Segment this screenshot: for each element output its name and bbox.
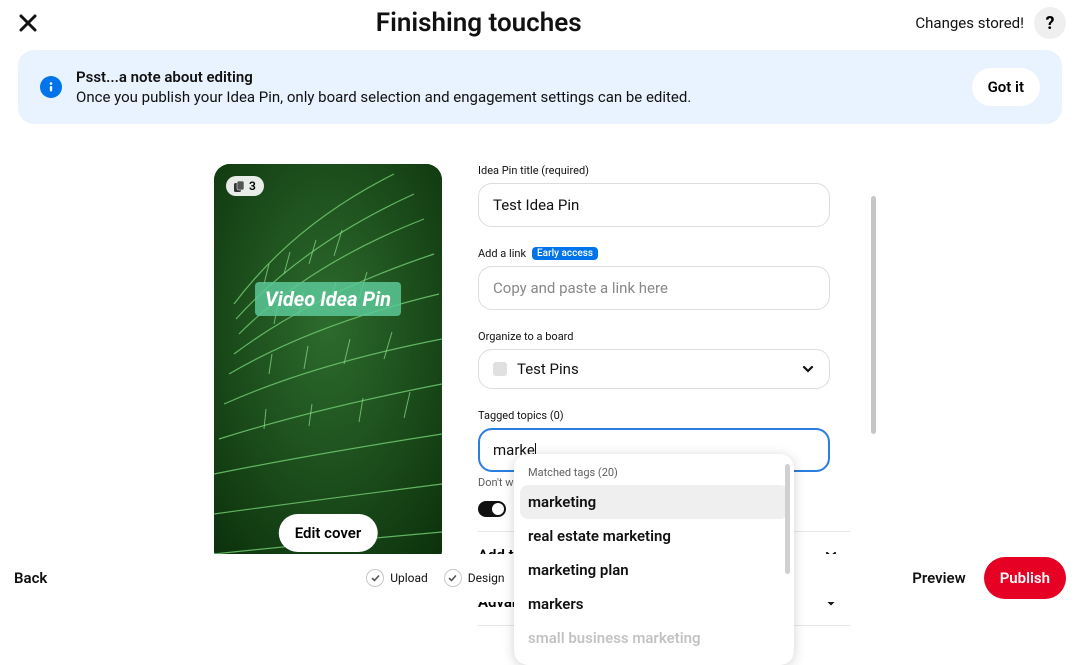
board-select[interactable]: Test Pins <box>478 349 830 389</box>
banner-title: Psst...a note about editing <box>76 68 958 86</box>
help-button[interactable]: ? <box>1034 7 1066 39</box>
got-it-button[interactable]: Got it <box>972 68 1040 106</box>
dropdown-item[interactable]: marketing <box>520 485 788 519</box>
scrollbar[interactable] <box>871 196 876 434</box>
tags-dropdown: Matched tags (20) marketing real estate … <box>514 454 794 665</box>
page-count: 3 <box>249 179 256 193</box>
info-banner: Psst...a note about editing Once you pub… <box>18 50 1062 124</box>
step-upload: Upload <box>366 569 428 587</box>
info-icon <box>40 76 62 98</box>
page-title: Finishing touches <box>42 8 915 38</box>
step-design: Design <box>444 569 505 587</box>
dropdown-item[interactable]: real estate marketing <box>514 519 794 553</box>
close-icon <box>19 14 37 32</box>
check-icon <box>366 569 384 587</box>
banner-body: Once you publish your Idea Pin, only boa… <box>76 88 958 106</box>
page-count-badge: 3 <box>226 176 264 196</box>
board-thumbnail <box>493 362 507 376</box>
comment-toggle[interactable] <box>478 501 506 517</box>
pin-preview: 3 Video Idea Pin Edit cover <box>214 164 442 566</box>
back-button[interactable]: Back <box>14 569 47 587</box>
early-access-badge: Early access <box>532 247 598 260</box>
link-input[interactable]: Copy and paste a link here <box>478 266 830 310</box>
preview-button[interactable]: Preview <box>912 569 965 587</box>
dropdown-scrollbar[interactable] <box>785 464 790 574</box>
board-value: Test Pins <box>517 360 579 378</box>
save-status: Changes stored! <box>915 14 1024 32</box>
tags-label: Tagged topics (0) <box>478 409 866 422</box>
chevron-down-icon <box>801 362 815 376</box>
edit-cover-button[interactable]: Edit cover <box>279 514 378 552</box>
title-label: Idea Pin title (required) <box>478 164 866 177</box>
title-input[interactable]: Test Idea Pin <box>478 183 830 227</box>
preview-image <box>214 164 442 566</box>
help-icon: ? <box>1046 13 1055 34</box>
overlay-text-box: Video Idea Pin <box>255 282 401 316</box>
dropdown-item[interactable]: small business marketing <box>514 621 794 655</box>
close-button[interactable] <box>14 9 42 37</box>
check-icon <box>444 569 462 587</box>
publish-button[interactable]: Publish <box>984 557 1066 599</box>
dropdown-item[interactable]: marketing plan <box>514 553 794 587</box>
pages-icon <box>234 181 245 192</box>
overlay-text: Video Idea Pin <box>265 287 391 311</box>
dropdown-item[interactable]: markers <box>514 587 794 621</box>
dropdown-header: Matched tags (20) <box>514 464 794 485</box>
board-label: Organize to a board <box>478 330 866 343</box>
link-label: Add a link Early access <box>478 247 866 260</box>
form-column: Idea Pin title (required) Test Idea Pin … <box>478 164 866 574</box>
